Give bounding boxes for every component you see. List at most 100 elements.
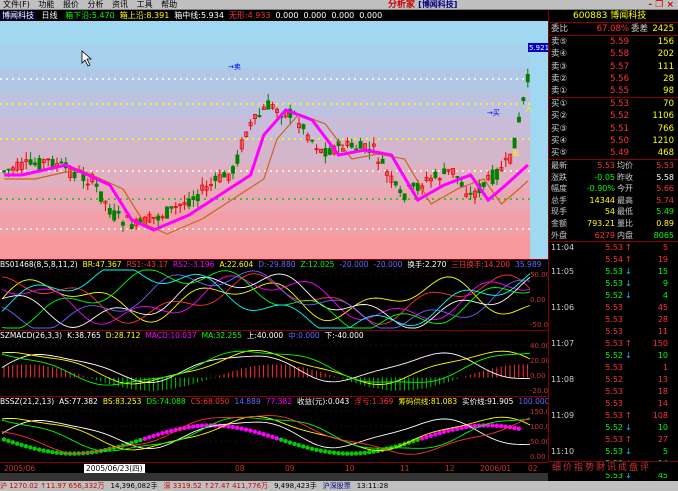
tick-row: 5.52 ↓ 10 [549, 350, 678, 362]
buy-price: 5.51 [610, 123, 629, 134]
chart-annotation: →卖 [228, 63, 241, 71]
stat-label: 昨收 [617, 172, 633, 182]
bssz-ribbon-dot [19, 442, 24, 448]
candle-body [116, 210, 121, 214]
tick-arrow-icon: ↑ [625, 339, 632, 349]
candle-body [349, 142, 354, 148]
bssz-ribbon-dot [331, 450, 337, 455]
header-line-1: 箱上沿:8.391 [119, 11, 170, 20]
tick-volume: 28 [657, 315, 668, 325]
sell-row: 卖② 5.56 28 [549, 73, 678, 85]
tick-volume: 108 [652, 411, 668, 421]
menu-item-news[interactable]: 资讯 [109, 0, 131, 10]
candle-body [107, 207, 112, 215]
sell-row: 卖④ 5.58 202 [549, 48, 678, 60]
sell-price: 5.55 [610, 85, 629, 96]
bssz-ribbon-dot [142, 436, 147, 441]
bssz-ribbon-dot [155, 432, 161, 437]
indicator-axis-label: 40.00 [530, 342, 548, 350]
sell-label: 卖③ [551, 61, 568, 72]
bssz-ribbon-dot [1, 437, 7, 442]
indicator-panel-bs01468[interactable]: BS01468(8,5,8,11,2) BR:47.367 RS1:-43.17 RS… [0, 259, 548, 330]
bssz-ribbon-dot [494, 423, 499, 428]
tick-row: 11:05 5.53 ↓ 15 [549, 266, 678, 278]
candle-body [112, 210, 117, 221]
stat-value: 5.53 [597, 161, 615, 171]
candle-body [33, 162, 37, 166]
menu-item-function[interactable]: 功能 [35, 0, 57, 10]
indicator-panel-bssz[interactable]: BSSZ(21,2,13) AS:77.382 BS:83.253 DS:74.088… [0, 396, 548, 462]
main-kline-chart[interactable]: 5.921 →卖 →买出 入 [0, 21, 548, 259]
tick-arrow-icon: ↑ [625, 243, 632, 253]
menu-item-help[interactable]: 帮助 [158, 0, 180, 10]
stat-value: 8065 [653, 230, 674, 240]
stat-row: 总手 14344 最高 5.74 [549, 195, 678, 207]
candle-body [433, 171, 438, 179]
candle-body [37, 157, 42, 171]
bssz-ribbon-dot [186, 425, 191, 430]
indicator-axis-label: -50.00 [530, 321, 548, 329]
candle-body [398, 189, 403, 193]
stat-row: 涨跌 -0.05 昨收 5.58 [549, 172, 678, 184]
app-brand: 分析家 [博闻科技] [388, 0, 457, 10]
buy-label: 买② [551, 111, 568, 122]
window-controls[interactable]: - ❐ × [648, 0, 674, 10]
tick-price: 5.53 [605, 435, 623, 445]
indicator-panel-szmacd[interactable]: SZMACD(26,3,3) K:38.765 D:28.712 MACD:10.03… [0, 330, 548, 396]
buy-price: 5.49 [610, 147, 629, 158]
menu-item-file[interactable]: 文件(F) [0, 0, 33, 10]
tick-row: 11:07 5.53 ↑ 150 [549, 338, 678, 350]
bssz-ribbon-dot [41, 448, 46, 453]
candle-body [481, 182, 486, 187]
candle-body [222, 172, 227, 178]
stat-label: 涨跌 [551, 172, 567, 182]
main-chart-header: 博闻科技 日线 箱下沿:5.470 箱上沿:8.391 箱中线:5.934 无形:4.… [0, 10, 548, 21]
bssz-ribbon-dot [252, 429, 257, 434]
indicator-axis-label: 100.00 [530, 423, 548, 431]
tick-volume: 5 [662, 243, 668, 253]
indicator-axis-label: -20.00 [530, 387, 548, 395]
tick-price: 5.53 [605, 267, 623, 277]
candle-body [455, 176, 460, 179]
bssz-ribbon-dot [314, 447, 319, 452]
bssz-ribbon-dot [441, 429, 447, 435]
tick-time: 11:08 [551, 375, 575, 385]
weibi-value: 67.08% [596, 24, 629, 34]
bssz-ribbon-dot [301, 444, 306, 449]
tick-row: 5.53 ↓ 9 [549, 278, 678, 290]
indicator-axis-label: 50.00 [530, 438, 548, 446]
chart-band [0, 68, 548, 94]
app-window: 文件(F) 功能 报价 分析 资讯 工具 帮助 分析家 [博闻科技] - ❐ ×… [0, 0, 678, 491]
candle-body [129, 224, 134, 230]
tick-price: 5.52 [605, 375, 623, 385]
current-price-label: 5.921 [529, 44, 548, 52]
bssz-ribbon-dot [512, 425, 517, 431]
tick-arrow-icon: ↓ [625, 291, 632, 301]
candle-body [358, 141, 363, 149]
bottom-tab-strip[interactable] [0, 473, 548, 481]
tick-time: 11:10 [551, 447, 575, 457]
tick-arrow-icon: ↓ [625, 447, 632, 457]
tick-volume: 15 [657, 267, 668, 277]
sell-volume: 202 [657, 49, 674, 60]
header-extra-value: 0.000 [303, 11, 327, 20]
bssz-ribbon-dot [257, 430, 262, 436]
buy-row: 买③ 5.51 766 [549, 123, 678, 135]
bssz-ribbon-dot [160, 431, 165, 436]
menu-item-tools[interactable]: 工具 [134, 0, 156, 10]
candle-body [195, 194, 200, 202]
header-extra-value: 0.000 [275, 11, 299, 20]
tick-arrow-icon: ↑ [625, 255, 632, 265]
quote-bottom-tabs[interactable]: 细价指势财讯成盘评 [548, 461, 678, 473]
candle-body [393, 181, 398, 186]
bssz-ribbon-dot [349, 451, 354, 456]
tick-volume: 19 [657, 255, 668, 265]
menu-item-analysis[interactable]: 分析 [84, 0, 106, 10]
tick-price: 5.53 [605, 363, 623, 373]
sell-volume: 156 [657, 37, 674, 48]
stat-value: 5.74 [656, 195, 674, 205]
tick-volume: 27 [657, 435, 668, 445]
menu-item-quote[interactable]: 报价 [60, 0, 82, 10]
bssz-ribbon-dot [164, 429, 169, 435]
period-label[interactable]: 日线 [42, 11, 58, 20]
